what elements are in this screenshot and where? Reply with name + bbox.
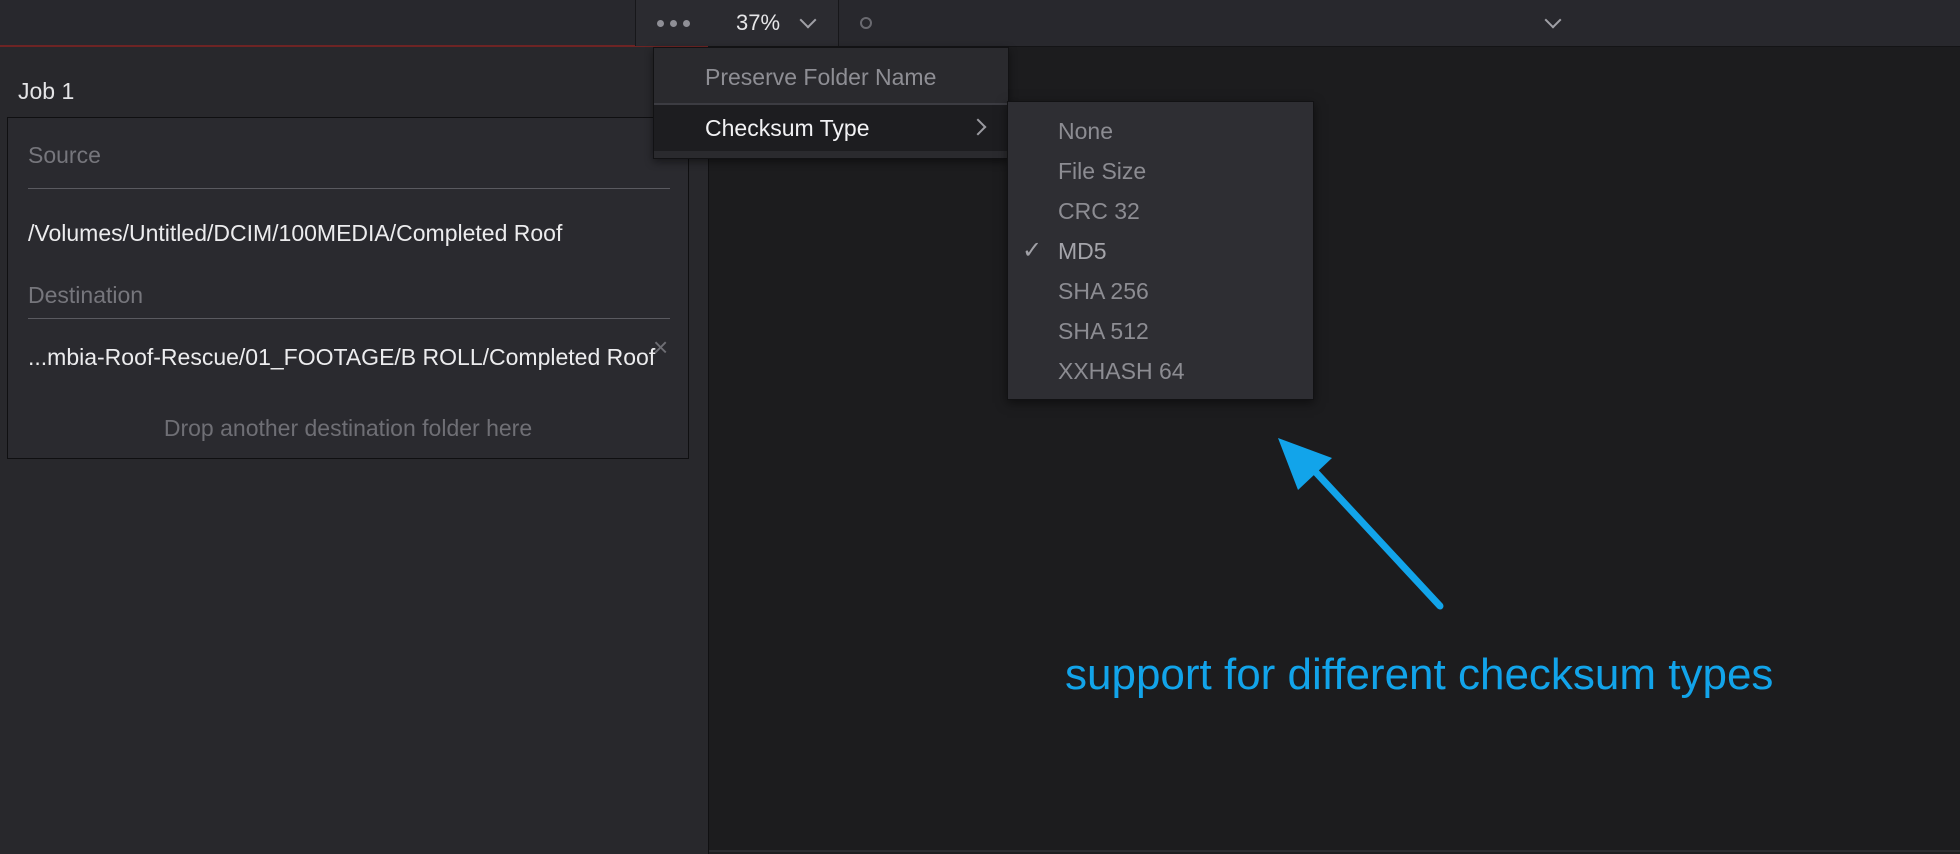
more-options-button[interactable] [635, 0, 711, 46]
zoom-dropdown[interactable]: 37% [710, 0, 839, 46]
source-label: Source [28, 142, 101, 168]
menu-item-label: Checksum Type [705, 115, 870, 141]
source-path[interactable]: /Volumes/Untitled/DCIM/100MEDIA/Complete… [28, 220, 562, 247]
drop-destination-hint[interactable]: Drop another destination folder here [8, 415, 688, 442]
viewer-bottom-border [709, 850, 1960, 852]
checksum-option-file-size[interactable]: File Size [1058, 151, 1146, 191]
zoom-value: 37% [736, 10, 781, 35]
checksum-option-none[interactable]: None [1058, 111, 1113, 151]
source-underline [28, 188, 670, 189]
remove-destination-icon[interactable]: × [653, 334, 668, 360]
job-title: Job 1 [18, 78, 75, 104]
checksum-option-xxhash64[interactable]: XXHASH 64 [1058, 351, 1185, 391]
checksum-option-md5[interactable]: MD5 [1058, 231, 1107, 271]
menu-item-checksum-type[interactable]: Checksum Type [654, 105, 1008, 151]
top-toolbar [0, 0, 1960, 47]
callout-caption: support for different checksum types [1065, 650, 1774, 699]
checksum-option-crc32[interactable]: CRC 32 [1058, 191, 1140, 231]
more-horizontal-icon [669, 19, 677, 27]
callout-arrow-icon [1278, 438, 1444, 610]
checksum-option-sha256[interactable]: SHA 256 [1058, 271, 1149, 311]
destination-underline [28, 318, 670, 319]
job-card: Source /Volumes/Untitled/DCIM/100MEDIA/C… [7, 117, 689, 459]
checksum-option-sha512[interactable]: SHA 512 [1058, 311, 1149, 351]
chevron-down-icon [799, 11, 817, 29]
checkmark-icon: ✓ [1022, 237, 1043, 264]
indicator-dot-icon [860, 17, 872, 29]
more-horizontal-icon [682, 19, 690, 27]
checksum-submenu: None File Size CRC 32 ✓ MD5 SHA 256 SHA … [1007, 101, 1314, 400]
more-horizontal-icon [656, 19, 664, 27]
menu-item-preserve-folder-name[interactable]: Preserve Folder Name [654, 48, 1008, 102]
options-menu: Preserve Folder Name Checksum Type [653, 47, 1009, 159]
chevron-right-icon [969, 118, 987, 136]
destination-path[interactable]: ...mbia-Roof-Rescue/01_FOOTAGE/B ROLL/Co… [28, 344, 655, 371]
destination-label: Destination [28, 282, 144, 308]
